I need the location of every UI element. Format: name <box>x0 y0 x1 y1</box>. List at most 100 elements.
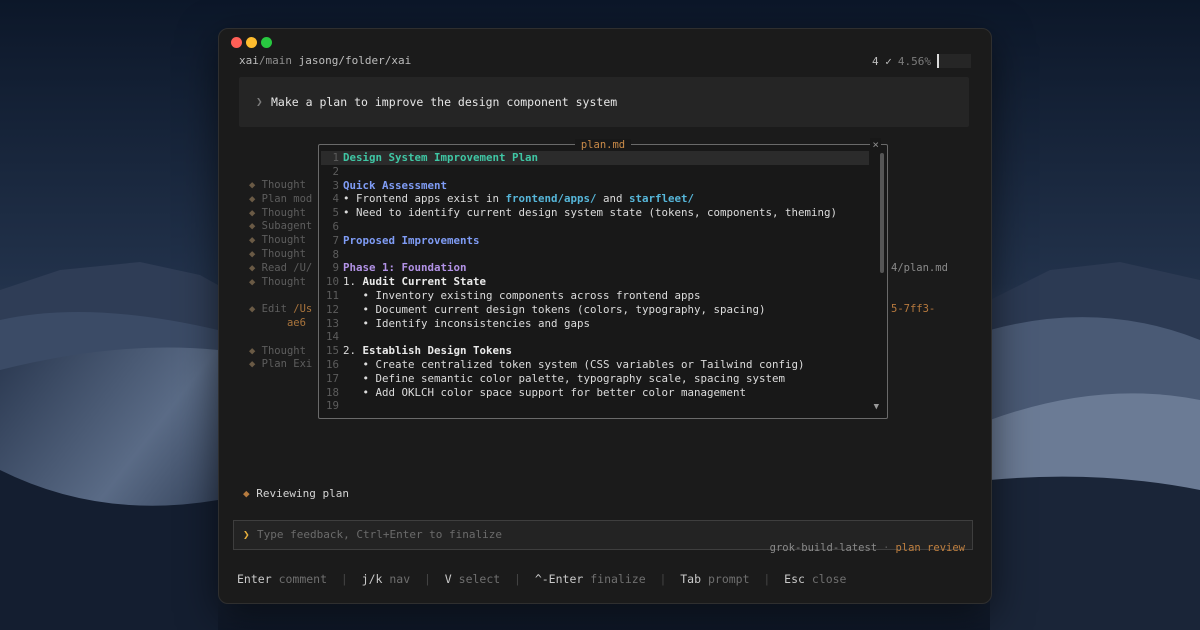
text-segment: • Identify inconsistencies and gaps <box>343 316 591 330</box>
reviewing-text: Reviewing plan <box>256 487 349 500</box>
read-path-tail: 4/plan.md <box>891 262 948 274</box>
text-segment: • Document current design tokens (colors… <box>343 302 766 316</box>
diamond-icon: ◆ <box>249 179 256 191</box>
text-segment: Establish Design Tokens <box>362 344 513 358</box>
plan-line[interactable]: 2 <box>321 165 869 179</box>
plan-line[interactable]: 6 <box>321 220 869 234</box>
line-number: 3 <box>332 178 339 192</box>
plan-line[interactable]: 7 Proposed Improvements <box>321 234 869 248</box>
log-label: Thought <box>261 234 306 247</box>
hint-separator: | <box>645 572 681 586</box>
text-segment: Quick Assessment <box>343 178 448 192</box>
line-text: 1. Audit Current State <box>343 275 486 289</box>
line-number: 5 <box>332 206 339 220</box>
text-segment: • Create centralized token system (CSS v… <box>343 357 805 371</box>
repo-name: xai <box>239 54 259 67</box>
line-text: • Need to identify current design system… <box>343 206 837 220</box>
input-caret-icon: ❯ <box>243 528 250 541</box>
plan-line[interactable]: 14 <box>321 330 869 344</box>
plan-line[interactable]: 4 • Frontend apps exist in frontend/apps/… <box>321 192 869 206</box>
line-number: 17 <box>325 371 339 385</box>
hint-separator: | <box>327 572 362 586</box>
hint-label: comment <box>278 572 328 586</box>
close-icon[interactable]: × <box>870 138 881 151</box>
log-item: ◆ Thought <box>249 276 312 290</box>
log-item: ◆ Edit /Us <box>249 303 312 317</box>
minimize-window-button[interactable] <box>246 37 257 48</box>
plan-line[interactable]: 12 • Document current design tokens (col… <box>321 303 869 317</box>
diamond-icon: ◆ <box>249 247 256 260</box>
plan-line[interactable]: 19 <box>321 399 869 413</box>
path-link[interactable]: starfleet/ <box>629 192 694 205</box>
log-item: ◆ Thought <box>249 345 312 359</box>
close-window-button[interactable] <box>231 37 242 48</box>
line-number: 18 <box>325 385 339 399</box>
plan-line[interactable]: 3 Quick Assessment <box>321 179 869 193</box>
plan-line[interactable]: 15 2. Establish Design Tokens <box>321 344 869 358</box>
plan-filename: plan.md <box>574 139 632 151</box>
user-prompt: ❯ Make a plan to improve the design comp… <box>239 77 969 127</box>
diamond-icon: ◆ <box>243 487 250 500</box>
log-path[interactable]: ae6 <box>287 317 306 329</box>
log-item: ◆ Plan mod <box>249 193 312 207</box>
hint-key: V <box>444 572 452 586</box>
plan-line[interactable]: 16 • Create centralized token system (CS… <box>321 358 869 372</box>
line-number: 14 <box>325 330 339 344</box>
prompt-chevron-icon: ❯ <box>256 95 263 108</box>
plan-content[interactable]: 1 Design System Improvement Plan 2 3 Quick A… <box>321 151 869 413</box>
hint-label: prompt <box>707 572 750 586</box>
status-metrics: 4 ✓ 4.56% <box>872 54 971 68</box>
line-text: Quick Assessment <box>343 179 447 193</box>
plan-line[interactable]: 10 1. Audit Current State <box>321 275 869 289</box>
scrollbar[interactable] <box>880 153 884 273</box>
line-number: 19 <box>325 399 339 413</box>
log-label: Plan mod <box>261 192 313 205</box>
hint-key: ^-Enter <box>534 572 584 586</box>
hint-separator: | <box>749 572 785 586</box>
log-item: ◆ Thought <box>249 179 312 193</box>
plan-line[interactable]: 18 • Add OKLCH color space support for b… <box>321 386 869 400</box>
line-text: 2. Establish Design Tokens <box>343 344 512 358</box>
diamond-icon: ◆ <box>249 220 256 233</box>
text-segment: • Define semantic color palette, typogra… <box>343 371 786 385</box>
log-label: Plan Exi <box>261 358 313 371</box>
maximize-window-button[interactable] <box>261 37 272 48</box>
log-path[interactable]: /Us <box>293 303 312 315</box>
hint-separator: | <box>410 572 445 586</box>
log-label: Read /U/ <box>261 261 313 274</box>
diamond-icon: ◆ <box>249 206 256 219</box>
line-number: 9 <box>332 261 339 275</box>
plan-line[interactable]: 13 • Identify inconsistencies and gaps <box>321 317 869 331</box>
hint-label: finalize <box>590 572 646 586</box>
diamond-icon: ◆ <box>249 192 256 205</box>
line-text: • Identify inconsistencies and gaps <box>343 316 591 331</box>
plan-line[interactable]: 17 • Define semantic color palette, typo… <box>321 372 869 386</box>
path-link[interactable]: frontend/apps/ <box>506 192 597 205</box>
scroll-down-icon[interactable]: ▼ <box>874 402 879 412</box>
line-text: • Document current design tokens (colors… <box>343 303 766 317</box>
text-segment: Proposed Improvements <box>343 233 480 247</box>
hint-key: Tab <box>680 572 702 586</box>
diamond-icon: ◆ <box>249 234 256 247</box>
model-info: grok-build-latest · plan review <box>770 542 965 554</box>
line-text: • Inventory existing components across f… <box>343 289 701 303</box>
line-number: 2 <box>332 164 339 178</box>
line-number: 6 <box>332 219 339 233</box>
log-item: ◆ Thought <box>249 207 312 221</box>
plan-line[interactable]: 5 • Need to identify current design syste… <box>321 206 869 220</box>
text-segment: Design System Improvement Plan <box>343 151 539 164</box>
prompt-text: Make a plan to improve the design compon… <box>271 95 618 109</box>
line-number: 16 <box>325 357 339 371</box>
plan-line[interactable]: 11 • Inventory existing components acros… <box>321 289 869 303</box>
log-item <box>249 289 312 303</box>
log-label: Edit <box>261 303 294 316</box>
line-text: Design System Improvement Plan <box>343 151 538 165</box>
log-label: Thought <box>261 344 306 357</box>
diamond-icon: ◆ <box>249 303 256 316</box>
plan-line[interactable]: 1 Design System Improvement Plan <box>321 151 869 165</box>
text-segment: • Add OKLCH color space support for bett… <box>343 385 747 399</box>
plan-line[interactable]: 8 <box>321 248 869 262</box>
line-number: 1 <box>332 151 339 164</box>
check-count: 4 ✓ <box>872 54 892 68</box>
plan-line[interactable]: 9 Phase 1: Foundation <box>321 261 869 275</box>
